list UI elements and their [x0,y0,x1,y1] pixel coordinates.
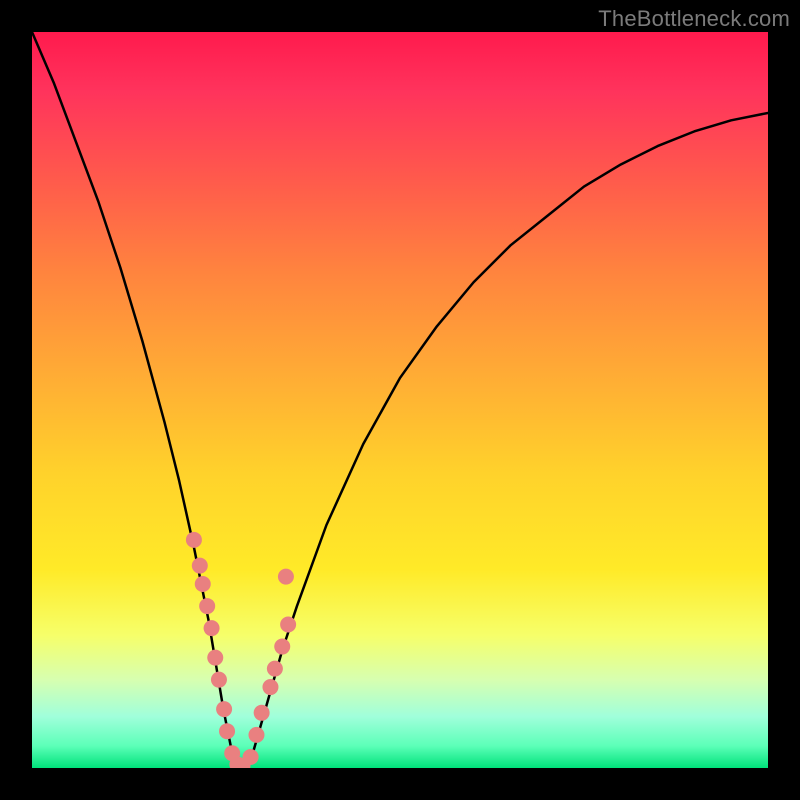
marker-point [211,672,227,688]
marker-point [186,532,202,548]
plot-svg [32,32,768,768]
marker-point [216,701,232,717]
chart-frame: TheBottleneck.com [0,0,800,800]
marker-point [195,576,211,592]
marker-point [204,620,220,636]
marker-point [262,679,278,695]
marker-point [254,705,270,721]
marker-point [248,727,264,743]
bottleneck-curve [32,32,768,768]
marker-point [278,569,294,585]
watermark-text: TheBottleneck.com [598,6,790,32]
marker-point [207,650,223,666]
marker-point [267,661,283,677]
markers-group [186,532,296,768]
marker-point [192,558,208,574]
plot-area [32,32,768,768]
marker-point [199,598,215,614]
marker-point [219,723,235,739]
marker-point [274,639,290,655]
marker-point [243,749,259,765]
marker-point [280,616,296,632]
